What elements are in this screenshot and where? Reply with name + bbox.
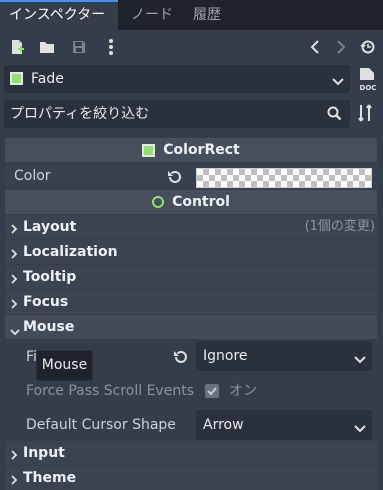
new-resource-icon[interactable] [8,38,26,56]
dock-tab-bar: インスペクター ノード 履歴 [0,0,383,30]
chevron-right-icon [11,448,18,464]
category-layout[interactable]: Layout (1個の変更) [5,215,377,239]
chevron-right-icon [11,297,18,313]
category-input[interactable]: Input [5,441,377,465]
chevron-right-icon [11,473,18,489]
category-theme[interactable]: Theme [5,466,377,490]
filter-options-icon[interactable] [358,104,374,126]
section-control[interactable]: Control [5,190,377,214]
revert-icon[interactable] [167,169,183,189]
chevron-down-icon [354,352,366,368]
chevron-down-icon [332,74,344,90]
tooltip-popup: Mouse [36,350,93,381]
inspector-toolbar [0,30,383,64]
cursor-shape-dropdown[interactable]: Arrow [196,410,372,440]
object-history-icon[interactable] [359,38,377,56]
resource-selector[interactable]: Fade [4,65,350,93]
color-picker-button[interactable] [196,168,372,188]
doc-icon: DOC [360,68,377,92]
open-folder-icon[interactable] [38,38,56,56]
open-documentation-button[interactable]: DOC [356,67,380,93]
save-icon[interactable] [70,38,88,56]
tab-inspector[interactable]: インスペクター [0,0,118,30]
category-localization[interactable]: Localization [5,240,377,264]
category-focus[interactable]: Focus [5,290,377,314]
category-tooltip[interactable]: Tooltip [5,265,377,289]
chevron-right-icon [11,272,18,288]
chevron-down-icon [10,324,20,340]
chevron-right-icon [11,247,18,263]
colorrect-icon [10,72,23,85]
tab-history[interactable]: 履歴 [184,0,230,30]
checkbox-label: オン [229,383,257,399]
resource-name: Fade [31,71,64,87]
search-icon [327,106,342,125]
changes-count: (1個の変更) [304,219,375,234]
chevron-down-icon [354,421,366,437]
control-icon [152,196,165,208]
section-colorrect[interactable]: ColorRect [5,138,377,162]
category-mouse[interactable]: Mouse [5,315,377,339]
more-options-icon[interactable] [102,38,120,56]
force-pass-checkbox[interactable] [205,384,219,398]
history-back-icon[interactable] [306,38,324,56]
svg-text:DOC: DOC [360,84,377,92]
filter-placeholder: プロパティを絞り込む [10,106,150,122]
property-label-color: Color [14,168,51,184]
property-filter-input[interactable]: プロパティを絞り込む [4,100,350,128]
mouse-filter-dropdown[interactable]: Ignore [196,341,372,371]
property-label-cursor: Default Cursor Shape [26,417,176,433]
chevron-right-icon [11,222,18,238]
history-forward-icon[interactable] [332,38,350,56]
colorrect-icon [142,143,156,157]
revert-icon[interactable] [173,349,189,369]
tab-node[interactable]: ノード [122,0,182,30]
